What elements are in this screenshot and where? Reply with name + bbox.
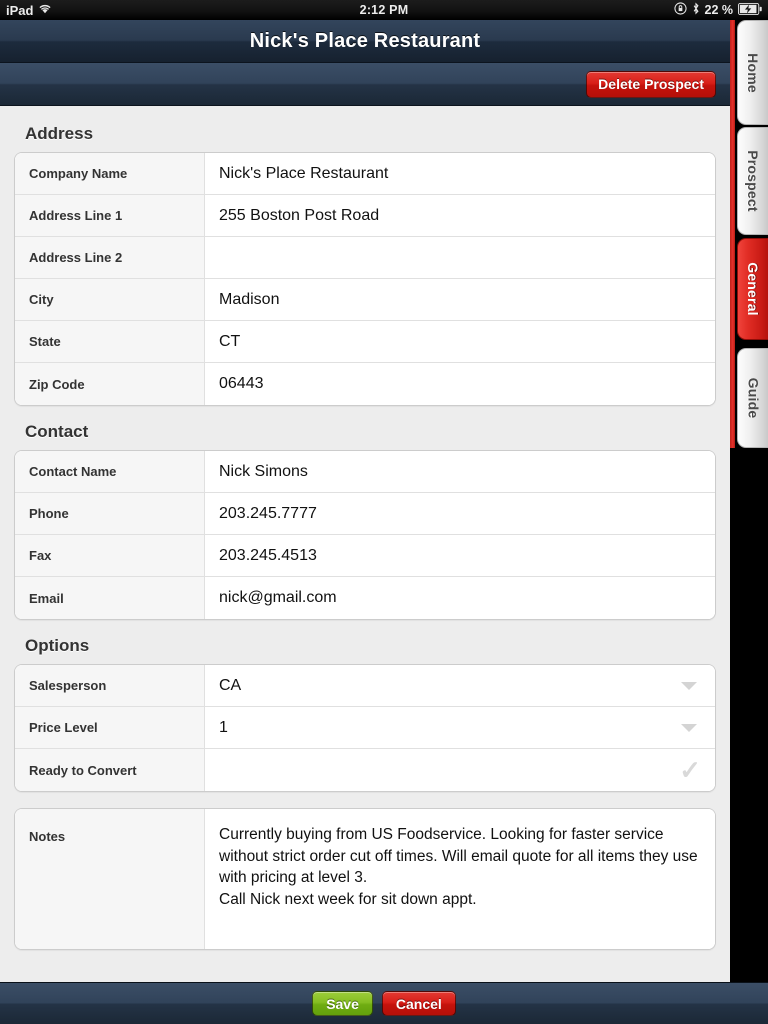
navigation-title-bar: Nick's Place Restaurant (0, 20, 730, 63)
chevron-down-icon[interactable] (681, 681, 697, 690)
side-tab-label: General (745, 262, 762, 316)
field-row[interactable]: Address Line 1 255 Boston Post Road (15, 195, 715, 237)
form-sections: Address Company Name Nick's Place Restaura… (14, 108, 716, 792)
field-label: Fax (15, 535, 205, 576)
field-label: Contact Name (15, 451, 205, 492)
field-label: Notes (15, 809, 205, 949)
field-input[interactable]: 255 Boston Post Road (205, 195, 715, 236)
field-value: Nick's Place Restaurant (219, 164, 389, 182)
notes-textarea[interactable]: Currently buying from US Foodservice. Lo… (205, 809, 715, 949)
rail-accent-stripe (730, 20, 735, 448)
field-value: 203.245.4513 (219, 546, 317, 564)
field-input[interactable]: 203.245.7777 (205, 493, 715, 534)
field-label: Salesperson (15, 665, 205, 706)
field-group: Company Name Nick's Place Restaurant Addre… (14, 152, 716, 406)
ios-status-bar: iPad 2:12 PM 22 % (0, 0, 768, 20)
field-group: Contact Name Nick Simons Phone 203.245.7777… (14, 450, 716, 620)
status-bar-clock: 2:12 PM (359, 3, 409, 17)
field-label: Company Name (15, 153, 205, 194)
section-heading: Contact (25, 422, 89, 441)
save-button[interactable]: Save (312, 991, 373, 1016)
field-label: Email (15, 577, 205, 619)
form-scroll-area[interactable]: Address Company Name Nick's Place Restaura… (0, 108, 730, 982)
delete-prospect-button[interactable]: Delete Prospect (586, 70, 716, 98)
field-label: State (15, 321, 205, 362)
field-label: Address Line 2 (15, 237, 205, 278)
field-row[interactable]: City Madison (15, 279, 715, 321)
field-value: 203.245.7777 (219, 504, 317, 522)
action-toolbar: Delete Prospect (0, 63, 730, 106)
side-tab-rail: Home Prospect General Guide (730, 20, 768, 982)
field-input[interactable]: nick@gmail.com (205, 577, 715, 619)
field-row[interactable]: Address Line 2 (15, 237, 715, 279)
side-tab-label: Prospect (745, 150, 762, 212)
status-bar-right: 22 % (673, 2, 763, 18)
field-input[interactable] (205, 237, 715, 278)
field-value: 255 Boston Post Road (219, 206, 380, 224)
section-heading: Address (25, 124, 94, 143)
rotation-lock-icon (673, 2, 687, 18)
field-group: Salesperson CA Price Level 1 Ready to Conver… (14, 664, 716, 792)
battery-percent-label: 22 % (704, 3, 734, 17)
chevron-down-icon[interactable] (681, 723, 697, 732)
notes-group: Notes Currently buying from US Foodservi… (14, 808, 716, 950)
field-input[interactable]: Nick Simons (205, 451, 715, 492)
field-row[interactable]: Fax 203.245.4513 (15, 535, 715, 577)
field-row[interactable]: Salesperson CA (15, 665, 715, 707)
side-tab-general[interactable]: General (737, 238, 768, 340)
field-row[interactable]: Phone 203.245.7777 (15, 493, 715, 535)
field-value: CT (219, 332, 241, 350)
battery-charging-icon (738, 2, 762, 18)
field-value: nick@gmail.com (219, 589, 337, 606)
field-input[interactable]: Nick's Place Restaurant (205, 153, 715, 194)
field-row[interactable]: Ready to Convert ✓ (15, 749, 715, 791)
field-label: Price Level (15, 707, 205, 748)
field-label: Phone (15, 493, 205, 534)
field-input[interactable]: 203.245.4513 (205, 535, 715, 576)
bluetooth-icon (692, 2, 700, 18)
field-value: 06443 (219, 375, 264, 392)
field-select[interactable]: CA (205, 665, 715, 706)
field-row[interactable]: Price Level 1 (15, 707, 715, 749)
side-tab-guide[interactable]: Guide (737, 348, 768, 448)
field-label: Zip Code (15, 363, 205, 405)
side-tab-home[interactable]: Home (737, 20, 768, 125)
checkmark-icon[interactable]: ✓ (679, 757, 701, 783)
field-label: Address Line 1 (15, 195, 205, 236)
field-row-notes[interactable]: Notes Currently buying from US Foodservi… (15, 809, 715, 949)
field-value: 1 (219, 718, 228, 736)
page-title: Nick's Place Restaurant (249, 29, 481, 52)
side-tab-label: Home (745, 52, 762, 93)
cancel-button[interactable]: Cancel (381, 991, 456, 1016)
field-label: Ready to Convert (15, 749, 205, 791)
field-label: City (15, 279, 205, 320)
field-row[interactable]: Contact Name Nick Simons (15, 451, 715, 493)
side-tab-label: Guide (745, 377, 762, 419)
field-value: Madison (219, 290, 280, 308)
field-row[interactable]: State CT (15, 321, 715, 363)
field-row[interactable]: Email nick@gmail.com (15, 577, 715, 619)
field-select[interactable]: 1 (205, 707, 715, 748)
field-input[interactable]: 06443 (205, 363, 715, 405)
field-value: Nick Simons (219, 462, 308, 480)
field-row[interactable]: Company Name Nick's Place Restaurant (15, 153, 715, 195)
section-heading: Options (25, 636, 90, 655)
field-row[interactable]: Zip Code 06443 (15, 363, 715, 405)
bottom-action-bar: Save Cancel (0, 982, 768, 1024)
field-checkbox[interactable]: ✓ (205, 749, 715, 791)
side-tab-prospect[interactable]: Prospect (737, 127, 768, 235)
main-pane: Nick's Place Restaurant Delete Prospect … (0, 20, 730, 982)
field-value: CA (219, 676, 242, 694)
field-input[interactable]: Madison (205, 279, 715, 320)
field-input[interactable]: CT (205, 321, 715, 362)
ipad-screen: iPad 2:12 PM 22 % Nick's Place Restauran… (0, 0, 768, 1024)
